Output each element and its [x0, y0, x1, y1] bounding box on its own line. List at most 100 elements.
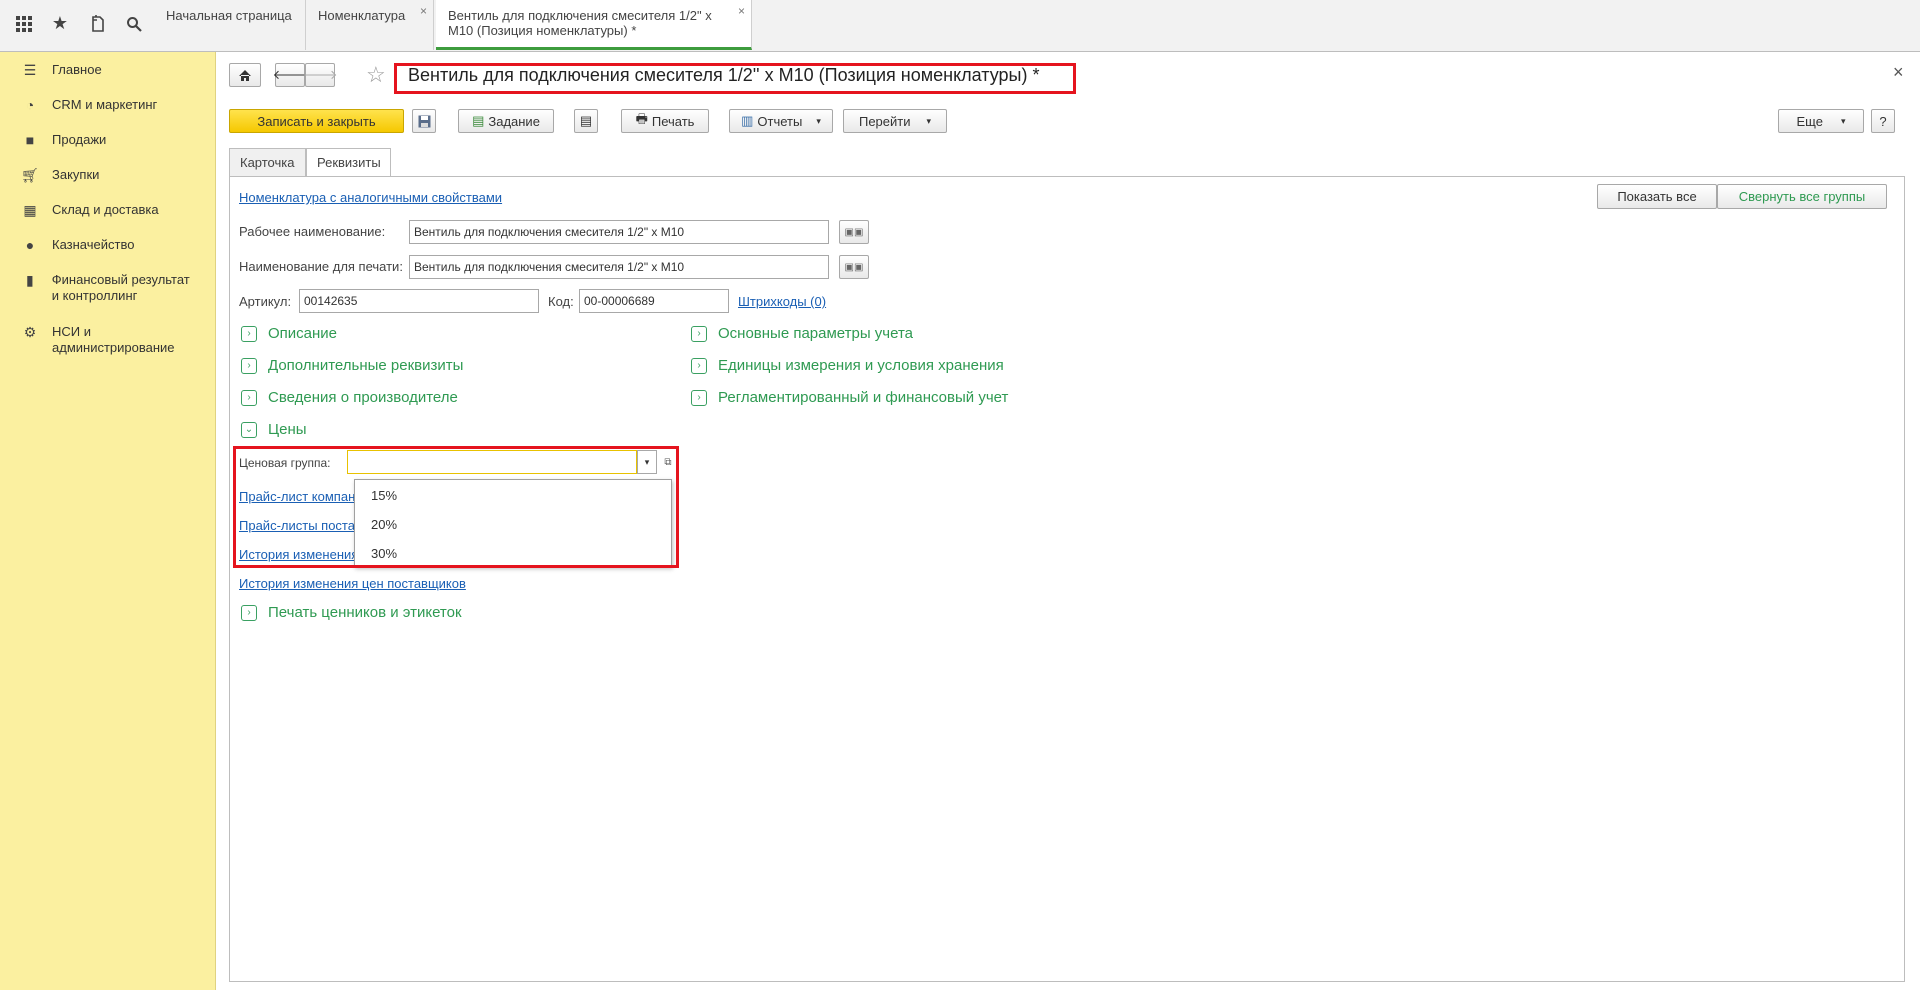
sidebar-item-admin[interactable]: ⚙ НСИ и администрирование [0, 324, 200, 356]
work-name-field[interactable]: Вентиль для подключения смесителя 1/2" х… [409, 220, 829, 244]
gear-icon: ⚙ [23, 324, 37, 340]
print-button[interactable]: 🖶︎ Печать [621, 109, 709, 133]
group-print-labels[interactable]: › Печать ценников и этикеток [241, 604, 462, 621]
group-label: Печать ценников и этикеток [268, 604, 462, 621]
chevron-down-icon: ▾ [926, 115, 932, 126]
group-regulated-accounting[interactable]: › Регламентированный и финансовый учет [691, 389, 1008, 406]
tab-label: Вентиль для подключения смесителя 1/2" х… [448, 8, 712, 38]
group-description[interactable]: › Описание [241, 325, 337, 342]
print-name-field[interactable]: Вентиль для подключения смесителя 1/2" х… [409, 255, 829, 279]
sidebar-item-sales[interactable]: ■ Продажи [0, 132, 216, 148]
home-button[interactable] [229, 63, 261, 87]
group-additional-requisites[interactable]: › Дополнительные реквизиты [241, 357, 463, 374]
group-label: Основные параметры учета [718, 325, 914, 342]
tab-home[interactable]: Начальная страница [154, 0, 306, 50]
group-label: Единицы измерения и условия хранения [718, 357, 1004, 374]
item-form: 🡐 🡒 ☆ Вентиль для подключения смесителя … [216, 52, 1920, 990]
menu-lines-icon: ☰ [23, 62, 37, 78]
tab-label: Начальная страница [166, 8, 292, 23]
task-icon: ▤ [472, 113, 485, 128]
search-icon[interactable] [118, 0, 150, 47]
reports-label: Отчеты [757, 113, 803, 129]
task-button[interactable]: ▤ Задание [458, 109, 554, 133]
sidebar-item-warehouse[interactable]: ▦ Склад и доставка [0, 202, 216, 218]
chevron-right-icon: › [691, 357, 707, 374]
back-button[interactable]: 🡐 [273, 63, 307, 87]
sidebar-item-label: Главное [52, 62, 102, 77]
tab-current-item[interactable]: Вентиль для подключения смесителя 1/2" х… [436, 0, 752, 50]
tab-nomenclature[interactable]: Номенклатура × [306, 0, 434, 50]
star-icon[interactable]: ★ [44, 0, 76, 47]
document-button[interactable]: ▤ [574, 109, 598, 133]
group-label: Регламентированный и финансовый учет [718, 389, 1009, 406]
save-icon [418, 115, 430, 127]
sidebar-item-main[interactable]: ☰ Главное [0, 62, 216, 78]
article-label: Артикул: [239, 294, 292, 309]
coin-icon: ● [25, 237, 35, 253]
close-icon[interactable]: × [420, 4, 427, 19]
more-label: Еще [1796, 113, 1823, 129]
bag-icon: ■ [25, 132, 35, 148]
sidebar-item-purchases[interactable]: 🛒︎ Закупки [0, 167, 216, 183]
group-label: Цены [268, 421, 307, 438]
print-name-label: Наименование для печати: [239, 259, 403, 274]
chevron-right-icon: › [691, 389, 707, 406]
group-manufacturer[interactable]: › Сведения о производителе [241, 389, 458, 406]
apps-grid-icon[interactable] [8, 0, 40, 47]
title-highlight-box [394, 63, 1076, 94]
reports-button[interactable]: ▥ Отчеты ▾ [729, 109, 833, 133]
print-name-languages-button[interactable]: ▣▣ [839, 255, 869, 279]
chevron-right-icon: › [241, 604, 257, 621]
help-button[interactable]: ? [1871, 109, 1895, 133]
tab-label: Номенклатура [318, 8, 406, 23]
document-icon: ▤ [579, 113, 593, 128]
chevron-down-icon: ▾ [1840, 115, 1846, 126]
save-button[interactable] [412, 109, 436, 133]
similar-properties-link[interactable]: Номенклатура с аналогичными свойствами [239, 190, 502, 205]
sidebar: ☰ Главное ◔ CRM и маркетинг ■ Продажи 🛒︎… [0, 52, 216, 990]
group-prices[interactable]: ⌄ Цены [241, 421, 307, 438]
forward-button[interactable]: 🡒 [302, 63, 338, 87]
code-field[interactable]: 00-00006689 [579, 289, 729, 313]
sidebar-item-financial-result[interactable]: ▮ Финансовый результат и контроллинг [0, 272, 200, 304]
save-close-button[interactable]: Записать и закрыть [229, 109, 404, 133]
close-icon[interactable]: × [738, 4, 745, 19]
tab-requisites[interactable]: Реквизиты [306, 148, 391, 177]
barcodes-link[interactable]: Штрихкоды (0) [738, 294, 826, 309]
cart-icon: 🛒︎ [21, 167, 39, 183]
supplier-price-history-link[interactable]: История изменения цен поставщиков [239, 576, 466, 591]
sidebar-item-crm[interactable]: ◔ CRM и маркетинг [0, 97, 216, 113]
more-button[interactable]: Еще ▾ [1778, 109, 1864, 133]
sidebar-item-label: Финансовый результат и контроллинг [51, 272, 190, 303]
reports-icon: ▥ [741, 113, 754, 128]
arrow-right-icon: 🡒 [302, 67, 338, 82]
sidebar-item-treasury[interactable]: ● Казначейство [0, 237, 216, 253]
chevron-right-icon: › [241, 357, 257, 374]
chevron-right-icon: › [241, 389, 257, 406]
print-label: Печать [651, 113, 695, 129]
collapse-all-button[interactable]: Свернуть все группы [1717, 184, 1887, 209]
article-field[interactable]: 00142635 [299, 289, 539, 313]
warehouse-icon: ▦ [23, 202, 37, 218]
group-accounting-params[interactable]: › Основные параметры учета [691, 325, 913, 342]
pie-chart-icon: ◔ [25, 97, 35, 113]
goto-label: Перейти [858, 113, 911, 129]
group-label: Сведения о производителе [268, 389, 458, 406]
chevron-down-icon: ⌄ [241, 421, 257, 438]
history-icon[interactable] [82, 0, 114, 47]
favorite-star-icon[interactable]: ☆ [366, 62, 386, 88]
work-name-languages-button[interactable]: ▣▣ [839, 220, 869, 244]
group-units-storage[interactable]: › Единицы измерения и условия хранения [691, 357, 1004, 374]
tab-card[interactable]: Карточка [229, 148, 306, 176]
sidebar-item-label: Закупки [52, 167, 100, 182]
bar-chart-icon: ▮ [26, 272, 34, 288]
goto-button[interactable]: Перейти ▾ [843, 109, 947, 133]
code-label: Код: [548, 294, 574, 309]
sidebar-item-label: Продажи [52, 132, 107, 147]
work-name-label: Рабочее наименование: [239, 224, 386, 239]
sidebar-item-label: НСИ и администрирование [52, 324, 175, 355]
show-all-button[interactable]: Показать все [1597, 184, 1717, 209]
sidebar-item-label: Склад и доставка [52, 202, 159, 217]
close-form-icon[interactable]: × [1893, 62, 1904, 83]
home-icon [239, 69, 251, 81]
